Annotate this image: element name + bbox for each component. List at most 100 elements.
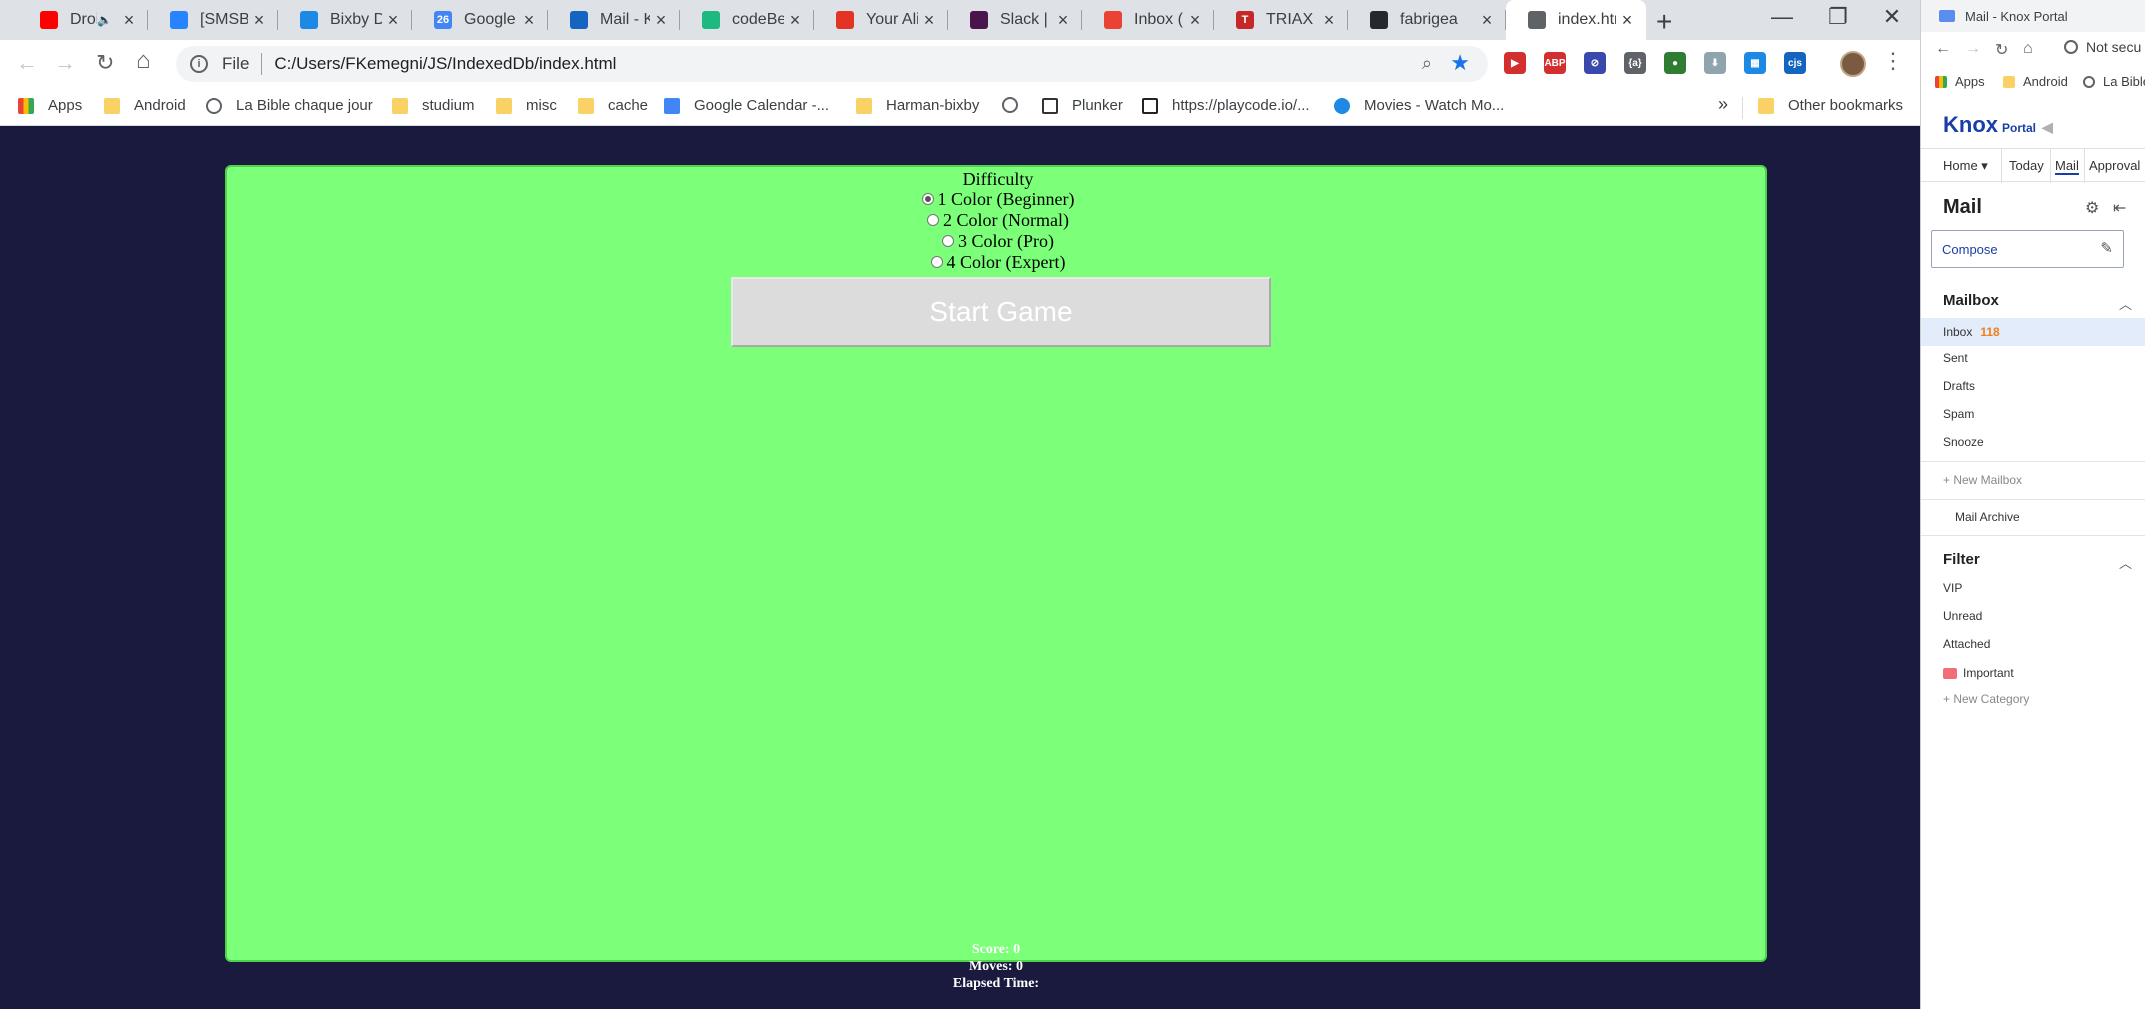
mailbox-inbox[interactable]: Inbox 118 bbox=[1921, 318, 2145, 346]
speaker-muted-icon[interactable]: 🔈 bbox=[97, 13, 112, 27]
block-extension-icon[interactable]: ⊘ bbox=[1584, 52, 1606, 74]
colorful-extension-icon[interactable]: ● bbox=[1664, 52, 1686, 74]
bookmark-misc[interactable]: misc bbox=[496, 97, 557, 114]
bookmarks-overflow-icon[interactable]: » bbox=[1718, 94, 1728, 115]
bookmark-cache[interactable]: cache bbox=[578, 97, 648, 114]
tab-5[interactable]: Mail - Kr× bbox=[548, 0, 680, 40]
close-tab-icon[interactable]: × bbox=[1184, 10, 1206, 31]
download-extension-icon[interactable]: ⬇ bbox=[1704, 52, 1726, 74]
site-info-icon[interactable]: i bbox=[190, 55, 208, 73]
knox-address-bar[interactable]: Not secu bbox=[2064, 39, 2141, 55]
tab-1[interactable]: Droi 🔈 × bbox=[18, 0, 148, 40]
back-icon[interactable]: ← bbox=[16, 50, 38, 76]
bookmark-star-icon[interactable]: ★ bbox=[1450, 50, 1470, 76]
start-game-button[interactable]: Start Game bbox=[731, 277, 1271, 347]
gear-icon[interactable]: ⚙ bbox=[2085, 198, 2099, 218]
close-tab-icon[interactable]: × bbox=[518, 10, 540, 31]
url-text[interactable]: C:/Users/FKemegni/JS/IndexedDb/index.htm… bbox=[274, 54, 616, 74]
tab-4[interactable]: 26 Google C× bbox=[412, 0, 548, 40]
bookmark-apps[interactable]: Apps bbox=[18, 97, 82, 114]
close-tab-icon[interactable]: × bbox=[1616, 10, 1638, 31]
reload-icon[interactable]: ↻ bbox=[96, 50, 114, 76]
radio-button[interactable] bbox=[942, 235, 954, 247]
radio-button[interactable] bbox=[927, 214, 939, 226]
filter-vip[interactable]: VIP bbox=[1943, 581, 1962, 595]
bookmark-movies-watch-mo[interactable]: Movies - Watch Mo... bbox=[1334, 97, 1504, 114]
knox-logo[interactable]: Knox Portal ◀ bbox=[1943, 112, 2053, 138]
mailbox-sent[interactable]: Sent bbox=[1943, 351, 1968, 365]
bookmark-https-playcode-io[interactable]: https://playcode.io/... bbox=[1142, 97, 1310, 114]
new-tab-button[interactable]: + bbox=[1656, 6, 1672, 38]
bookmark-android[interactable]: Android bbox=[2003, 74, 2068, 89]
home-icon[interactable]: ⌂ bbox=[136, 47, 151, 75]
bookmark-harman-bixby[interactable]: Harman-bixby bbox=[856, 97, 979, 114]
tab-7[interactable]: Your Alif× bbox=[814, 0, 948, 40]
tab-10[interactable]: T TRIAX | T× bbox=[1214, 0, 1348, 40]
menu-item-mail[interactable]: Mail bbox=[2055, 158, 2079, 175]
browser-menu-icon[interactable]: ⋮ bbox=[1882, 48, 1904, 74]
reload-icon[interactable]: ↻ bbox=[1995, 40, 2008, 60]
profile-avatar[interactable] bbox=[1840, 51, 1866, 77]
new-mailbox-button[interactable]: + New Mailbox bbox=[1943, 473, 2022, 487]
compose-button[interactable]: Compose ✎ bbox=[1931, 230, 2124, 268]
home-icon[interactable]: ⌂ bbox=[2023, 40, 2033, 58]
tab-8[interactable]: Slack | Si× bbox=[948, 0, 1082, 40]
mailbox-drafts[interactable]: Drafts bbox=[1943, 379, 1975, 393]
mail-archive-link[interactable]: Mail Archive bbox=[1955, 510, 2020, 524]
menu-item-today[interactable]: Today bbox=[2009, 158, 2044, 173]
bookmark-la-bible[interactable]: La Bible bbox=[2083, 74, 2145, 89]
other-bookmarks[interactable]: Other bookmarks bbox=[1758, 97, 1903, 114]
menu-item-home[interactable]: Home ▾ bbox=[1943, 158, 1988, 174]
difficulty-option-expert[interactable]: 4 Color (Expert) bbox=[227, 252, 1769, 273]
close-tab-icon[interactable]: × bbox=[1318, 10, 1340, 31]
bookmark-android[interactable]: Android bbox=[104, 97, 186, 114]
menu-item-approval[interactable]: Approval bbox=[2089, 158, 2140, 173]
close-tab-icon[interactable]: × bbox=[1476, 10, 1498, 31]
filter-important[interactable]: Important bbox=[1943, 666, 2014, 680]
maximize-window-icon[interactable]: ❐ bbox=[1818, 4, 1858, 30]
close-window-icon[interactable]: ✕ bbox=[1872, 4, 1912, 30]
forward-icon[interactable]: → bbox=[54, 50, 76, 76]
tab-2[interactable]: [SMSBIX× bbox=[148, 0, 278, 40]
close-tab-icon[interactable]: × bbox=[118, 10, 140, 31]
forward-icon[interactable]: → bbox=[1965, 40, 1981, 58]
close-tab-icon[interactable]: × bbox=[248, 10, 270, 31]
tab-12[interactable]: index.htr × bbox=[1506, 0, 1646, 40]
difficulty-option-normal[interactable]: 2 Color (Normal) bbox=[227, 210, 1769, 231]
radio-button[interactable] bbox=[921, 193, 934, 205]
close-tab-icon[interactable]: × bbox=[784, 10, 806, 31]
filter-attached[interactable]: Attached bbox=[1943, 637, 1990, 651]
filter-unread[interactable]: Unread bbox=[1943, 609, 1982, 623]
close-tab-icon[interactable]: × bbox=[382, 10, 404, 31]
video-extension-icon[interactable]: ▶ bbox=[1504, 52, 1526, 74]
close-tab-icon[interactable]: × bbox=[918, 10, 940, 31]
bookmark-studium[interactable]: studium bbox=[392, 97, 475, 114]
bookmark-apps[interactable]: Apps bbox=[1935, 74, 1985, 89]
bookmark-globe[interactable] bbox=[1002, 97, 1032, 113]
difficulty-option-beginner[interactable]: 1 Color (Beginner) bbox=[227, 189, 1769, 210]
braces-extension-icon[interactable]: {a} bbox=[1624, 52, 1646, 74]
difficulty-option-pro[interactable]: 3 Color (Pro) bbox=[227, 231, 1769, 252]
chevron-up-icon[interactable]: ︿ bbox=[2119, 553, 2132, 572]
address-bar[interactable]: i File C:/Users/FKemegni/JS/IndexedDb/in… bbox=[176, 46, 1488, 82]
bookmark-plunker[interactable]: Plunker bbox=[1042, 97, 1123, 114]
bookmark-la-bible-chaque-jour[interactable]: La Bible chaque jour bbox=[206, 97, 373, 114]
new-category-button[interactable]: + New Category bbox=[1943, 692, 2029, 706]
tab-6[interactable]: codeBea× bbox=[680, 0, 814, 40]
close-tab-icon[interactable]: × bbox=[1052, 10, 1074, 31]
chevron-up-icon[interactable]: ︿ bbox=[2119, 294, 2132, 313]
grid-extension-icon[interactable]: ▦ bbox=[1744, 52, 1766, 74]
cjs-extension-icon[interactable]: cjs bbox=[1784, 52, 1806, 74]
mailbox-snooze[interactable]: Snooze bbox=[1943, 435, 1984, 449]
megaphone-icon[interactable]: ◀ bbox=[2042, 119, 2053, 136]
zoom-icon[interactable]: ⌕ bbox=[1422, 53, 1432, 74]
minimize-window-icon[interactable]: — bbox=[1762, 4, 1802, 30]
tab-11[interactable]: fabrigea × bbox=[1348, 0, 1506, 40]
mailbox-spam[interactable]: Spam bbox=[1943, 407, 1974, 421]
adblock-plus-icon[interactable]: ABP bbox=[1544, 52, 1566, 74]
bookmark-google-calendar[interactable]: Google Calendar -... bbox=[664, 97, 829, 114]
back-icon[interactable]: ← bbox=[1935, 40, 1951, 58]
radio-button[interactable] bbox=[930, 256, 943, 268]
tab-3[interactable]: Bixby De× bbox=[278, 0, 412, 40]
tab-9[interactable]: Inbox (1× bbox=[1082, 0, 1214, 40]
